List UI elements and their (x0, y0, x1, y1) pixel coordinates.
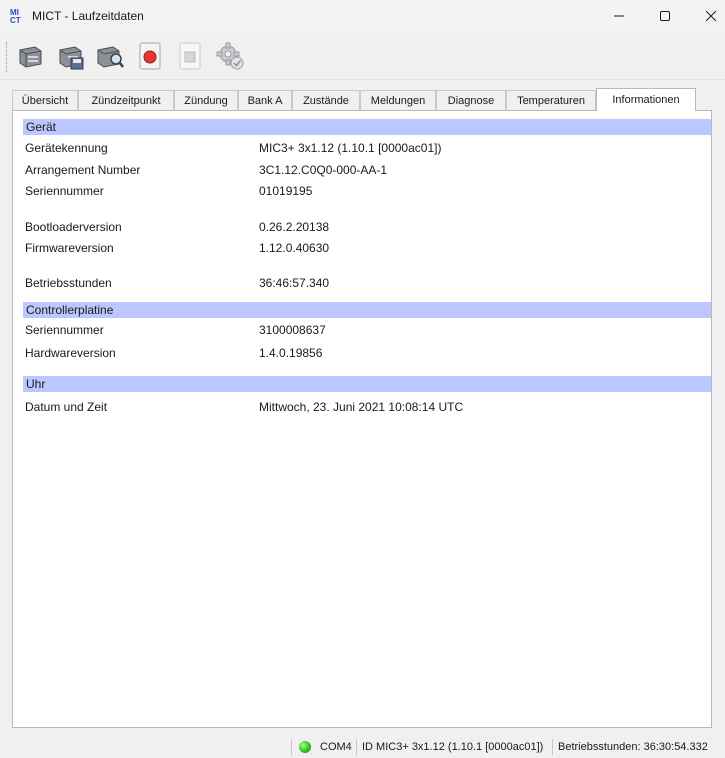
label-firmwareversion: Firmwareversion (25, 241, 114, 255)
section-header-uhr: Uhr (23, 376, 711, 392)
tab-zustaende[interactable]: Zustände (292, 90, 360, 110)
record-icon (139, 42, 161, 70)
tab-meldungen[interactable]: Meldungen (360, 90, 436, 110)
label-arrangement-number: Arrangement Number (25, 163, 141, 177)
settings-gear-icon (216, 42, 244, 70)
status-divider (552, 739, 553, 755)
tab-zuendung[interactable]: Zündung (174, 90, 238, 110)
value-controller-seriennummer: 3100008637 (259, 323, 326, 337)
close-button[interactable] (688, 0, 725, 32)
settings-button[interactable] (214, 40, 246, 72)
close-icon (706, 11, 716, 21)
value-datum-und-zeit: Mittwoch, 23. Juni 2021 10:08:14 UTC (259, 400, 464, 414)
label-controller-seriennummer: Seriennummer (25, 323, 104, 337)
toolbar (0, 32, 725, 80)
toolbar-grip[interactable] (6, 42, 9, 72)
status-port: COM4 (320, 741, 352, 753)
status-device-id: ID MIC3+ 3x1.12 (1.10.1 [0000ac01]) (362, 741, 544, 753)
tab-uebersicht[interactable]: Übersicht (12, 90, 78, 110)
open-device-icon (19, 46, 42, 68)
section-header-controllerplatine: Controllerplatine (23, 302, 711, 318)
record-button[interactable] (134, 40, 166, 72)
stop-icon (179, 42, 201, 70)
minimize-button[interactable] (596, 0, 642, 32)
value-arrangement-number: 3C1.12.C0Q0-000-AA-1 (259, 163, 388, 177)
tab-informationen[interactable]: Informationen (596, 88, 696, 111)
save-device-icon (59, 46, 84, 70)
label-bootloaderversion: Bootloaderversion (25, 220, 122, 234)
status-divider (291, 739, 292, 755)
tab-bank-a[interactable]: Bank A (238, 90, 292, 110)
title-bar: MI CT MICT - Laufzeitdaten (0, 0, 725, 32)
label-hardwareversion: Hardwareversion (25, 346, 116, 360)
status-operating-hours: Betriebsstunden: 36:30:54.332 (558, 741, 708, 753)
tab-strip: Übersicht Zündzeitpunkt Zündung Bank A Z… (12, 88, 712, 111)
status-divider (356, 739, 357, 755)
value-betriebsstunden: 36:46:57.340 (259, 276, 330, 290)
tab-zuendzeitpunkt[interactable]: Zündzeitpunkt (78, 90, 174, 110)
value-seriennummer: 01019195 (259, 184, 313, 198)
minimize-icon (614, 15, 624, 17)
tab-diagnose[interactable]: Diagnose (436, 90, 506, 110)
svg-text:CT: CT (10, 16, 21, 24)
label-geraetekennung: Gerätekennung (25, 141, 108, 155)
status-bar: COM4 ID MIC3+ 3x1.12 (1.10.1 [0000ac01])… (0, 736, 725, 758)
label-betriebsstunden: Betriebsstunden (25, 276, 112, 290)
maximize-icon (660, 11, 670, 21)
value-bootloaderversion: 0.26.2.20138 (259, 220, 330, 234)
window-title: MICT - Laufzeitdaten (32, 9, 144, 23)
informationen-panel: Gerät Gerätekennung MIC3+ 3x1.12 (1.10.1… (12, 110, 712, 728)
search-device-icon (97, 46, 124, 68)
search-device-button[interactable] (94, 40, 126, 72)
save-device-button[interactable] (54, 40, 86, 72)
value-hardwareversion: 1.4.0.19856 (259, 346, 323, 360)
label-datum-und-zeit: Datum und Zeit (25, 400, 108, 414)
mict-logo-icon: MI CT (10, 8, 21, 24)
connection-status-led-icon (299, 741, 311, 753)
stop-button[interactable] (174, 40, 206, 72)
section-header-geraet: Gerät (23, 119, 711, 135)
tab-temperaturen[interactable]: Temperaturen (506, 90, 596, 110)
app-window: MI CT MICT - Laufzeitdaten Übersicht Zün… (0, 0, 725, 758)
label-seriennummer: Seriennummer (25, 184, 104, 198)
open-device-button[interactable] (14, 40, 46, 72)
value-geraetekennung: MIC3+ 3x1.12 (1.10.1 [0000ac01]) (259, 141, 442, 155)
value-firmwareversion: 1.12.0.40630 (259, 241, 330, 255)
maximize-button[interactable] (642, 0, 688, 32)
